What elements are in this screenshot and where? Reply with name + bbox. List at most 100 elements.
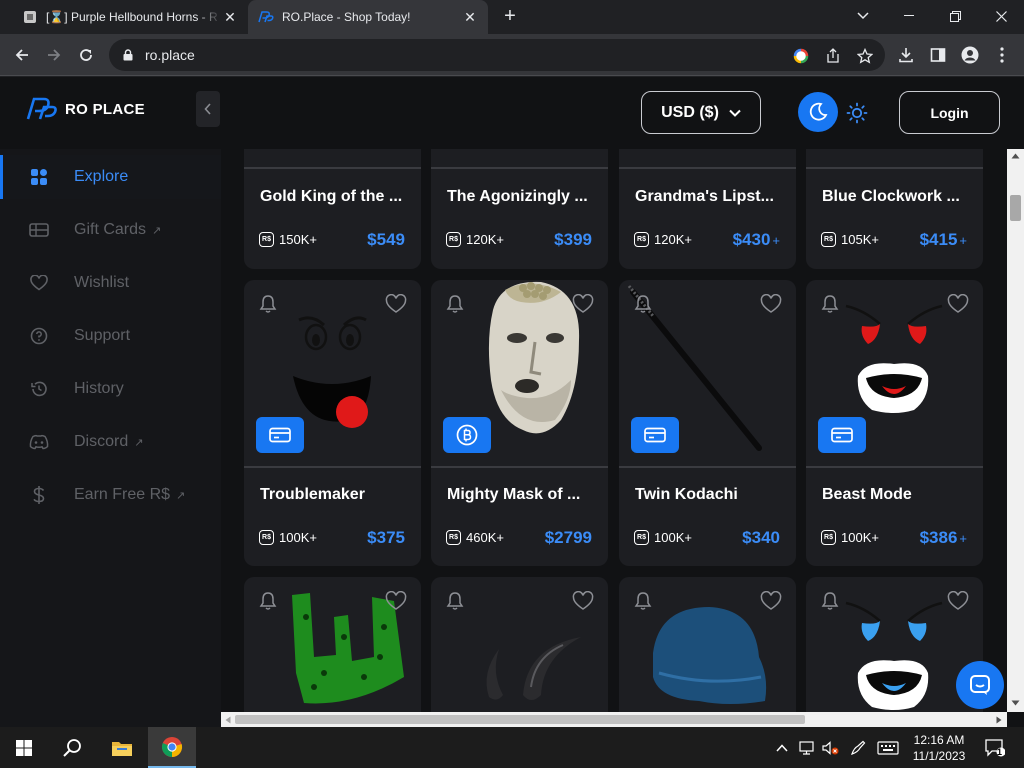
side-panel-icon[interactable] — [928, 45, 948, 65]
login-button[interactable]: Login — [899, 91, 1000, 134]
vertical-scroll-thumb[interactable] — [1010, 195, 1021, 221]
credit-card-icon — [644, 427, 666, 443]
product-card[interactable]: Blue Clockwork ... R$ 105K + $415 + — [806, 149, 983, 269]
wishlist-heart-icon[interactable] — [572, 591, 594, 611]
keyboard-icon[interactable] — [874, 727, 902, 768]
product-card[interactable]: Grandma's Lipst... R$ 120K + $430 + — [619, 149, 796, 269]
scroll-left-arrow-icon[interactable] — [225, 716, 231, 724]
bell-icon[interactable] — [633, 294, 653, 314]
scroll-right-arrow-icon[interactable] — [996, 716, 1002, 724]
wishlist-heart-icon[interactable] — [760, 591, 782, 611]
product-name: Mighty Mask of ... — [447, 486, 581, 503]
dark-mode-button[interactable] — [798, 92, 838, 132]
wishlist-heart-icon[interactable] — [385, 294, 407, 314]
volume-muted-icon[interactable] — [820, 727, 842, 768]
sidebar-item-history[interactable]: History — [0, 367, 221, 411]
product-card[interactable]: Gold King of the ... R$ 150K + $549 — [244, 149, 421, 269]
light-mode-button[interactable] — [846, 102, 868, 124]
scroll-up-arrow-icon[interactable] — [1011, 153, 1020, 159]
file-explorer-icon[interactable] — [98, 727, 146, 768]
profile-avatar-icon[interactable] — [960, 45, 980, 65]
bell-icon[interactable] — [445, 294, 465, 314]
product-card[interactable]: Troublemaker R$ 100K + $375 — [244, 280, 421, 566]
sidebar-item-discord[interactable]: Discord ↗ — [0, 420, 221, 464]
address-bar[interactable]: ro.place — [109, 39, 885, 71]
product-card[interactable]: Twin Kodachi R$ 100K + $340 — [619, 280, 796, 566]
chrome-taskbar-icon[interactable] — [148, 727, 196, 768]
price-value: $2799 — [544, 528, 592, 547]
ro-place-logo-icon — [26, 97, 57, 120]
bell-icon[interactable] — [820, 294, 840, 314]
scroll-down-arrow-icon[interactable] — [1011, 700, 1020, 706]
bell-icon[interactable] — [258, 591, 278, 611]
reload-icon[interactable] — [74, 43, 98, 67]
card-payment-badge[interactable] — [443, 417, 491, 453]
sidebar-item-support[interactable]: Support — [0, 314, 221, 358]
google-lens-icon[interactable] — [792, 47, 810, 65]
notification-center-icon[interactable]: 1 — [978, 727, 1012, 768]
close-tab-icon[interactable]: ✕ — [222, 9, 238, 26]
site-logo[interactable]: RO PLACE — [26, 97, 145, 121]
bell-icon[interactable] — [633, 591, 653, 611]
stock-amount: 100K — [654, 530, 685, 545]
taskbar-clock[interactable]: 12:16 AM 11/1/2023 — [906, 732, 972, 764]
vertical-scrollbar[interactable] — [1007, 149, 1024, 712]
share-icon[interactable] — [824, 47, 842, 65]
collapse-sidebar-button[interactable] — [196, 91, 220, 127]
stock-suffix: + — [871, 530, 879, 545]
new-tab-button[interactable]: + — [498, 5, 522, 29]
bell-icon[interactable] — [258, 294, 278, 314]
sidebar-item-wishlist[interactable]: Wishlist — [0, 261, 221, 305]
product-card[interactable]: The Agonizingly ... R$ 120K + $399 — [431, 149, 608, 269]
back-arrow-icon[interactable] — [10, 43, 34, 67]
currency-select[interactable]: USD ($) — [641, 91, 761, 134]
close-tab-icon[interactable]: ✕ — [462, 9, 478, 26]
heart-icon — [29, 273, 49, 293]
wishlist-heart-icon[interactable] — [947, 294, 969, 314]
price-value: $415 — [919, 230, 958, 249]
forward-arrow-icon[interactable] — [42, 43, 66, 67]
product-card[interactable] — [431, 577, 608, 712]
tab-search-icon[interactable] — [840, 0, 886, 32]
wishlist-heart-icon[interactable] — [760, 294, 782, 314]
product-name: The Agonizingly ... — [447, 188, 588, 205]
card-payment-badge[interactable] — [256, 417, 304, 453]
wishlist-heart-icon[interactable] — [385, 591, 407, 611]
horizontal-scroll-thumb[interactable] — [235, 715, 805, 724]
network-icon[interactable] — [796, 727, 818, 768]
bell-icon[interactable] — [445, 591, 465, 611]
search-icon[interactable] — [48, 727, 96, 768]
wishlist-heart-icon[interactable] — [572, 294, 594, 314]
close-window-button[interactable] — [978, 0, 1024, 32]
card-payment-badge[interactable] — [818, 417, 866, 453]
show-hidden-icons-chevron-icon[interactable] — [772, 727, 792, 768]
sidebar-item-label: Support — [74, 327, 131, 344]
product-card[interactable]: Mighty Mask of ... R$ 460K + $2799 — [431, 280, 608, 566]
sidebar-item-label: History — [74, 380, 124, 397]
horizontal-scrollbar[interactable] — [221, 712, 1007, 727]
sidebar-item-explore[interactable]: Explore — [0, 155, 221, 199]
lock-icon[interactable] — [121, 49, 135, 61]
sidebar-item-gift-cards[interactable]: Gift Cards ↗ — [0, 208, 221, 252]
download-icon[interactable] — [896, 45, 916, 65]
card-payment-badge[interactable] — [631, 417, 679, 453]
sidebar-item-earn-free-robux[interactable]: Earn Free R$ ↗ — [0, 473, 221, 517]
browser-tab-hellbound[interactable]: [⌛] Purple Hellbound Horns - R ✕ — [12, 0, 248, 34]
product-card[interactable]: Beast Mode R$ 100K + $386 + — [806, 280, 983, 566]
page-favicon-icon — [22, 9, 38, 25]
restore-button[interactable] — [932, 0, 978, 32]
pen-workspace-icon[interactable] — [846, 727, 870, 768]
product-card[interactable] — [244, 577, 421, 712]
wishlist-heart-icon[interactable] — [947, 591, 969, 611]
bell-icon[interactable] — [820, 591, 840, 611]
windows-start-icon[interactable] — [0, 727, 48, 768]
help-circle-icon — [29, 326, 49, 346]
live-chat-button[interactable] — [956, 661, 1004, 709]
sun-icon — [846, 102, 868, 124]
browser-tab-roplace[interactable]: RO.Place - Shop Today! ✕ — [248, 0, 488, 34]
price-plus: + — [959, 233, 967, 248]
menu-kebab-icon[interactable] — [992, 45, 1012, 65]
product-card[interactable] — [619, 577, 796, 712]
bookmark-star-icon[interactable] — [856, 47, 874, 65]
minimize-button[interactable] — [886, 0, 932, 32]
